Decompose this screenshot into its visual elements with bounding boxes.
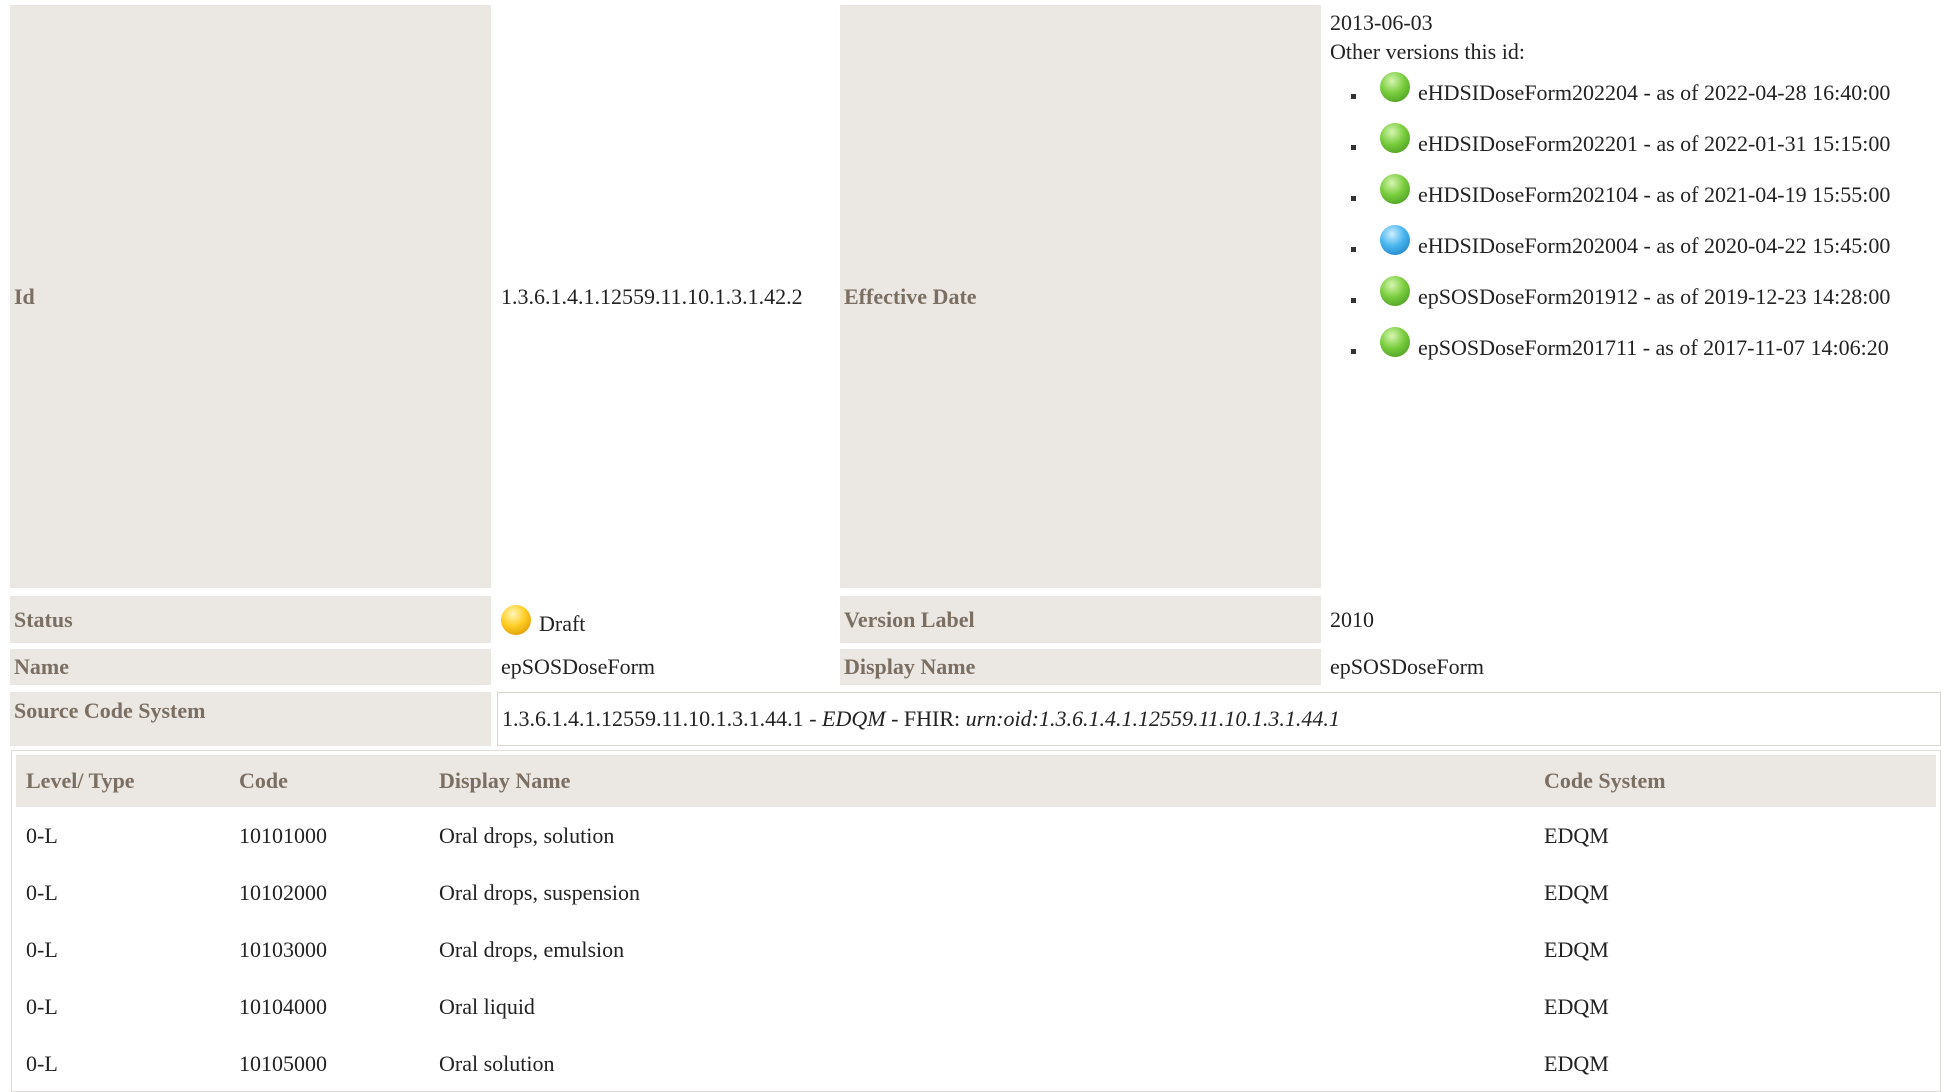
cell-code-system: EDQM — [1544, 879, 1609, 905]
cell-display-name: Oral drops, emulsion — [439, 936, 625, 962]
table-row: 0-L 10102000 Oral drops, suspension EDQM — [16, 864, 1936, 921]
cell-display-name: Oral drops, suspension — [439, 879, 641, 905]
cell-level-type: 0-L — [26, 879, 58, 905]
display-name-value: epSOSDoseForm — [1330, 654, 1485, 679]
status-label: Status — [10, 596, 491, 643]
table-row: 0-L 10101000 Oral drops, solution EDQM — [16, 807, 1936, 864]
status-circle-icon — [1380, 72, 1410, 102]
status-text: Draft — [539, 610, 586, 636]
display-name-label: Display Name — [840, 649, 1321, 685]
status-value: Draft — [497, 596, 837, 643]
cell-code: 10101000 — [239, 822, 327, 848]
version-item: eHDSIDoseForm202204 - as of 2022-04-28 1… — [1340, 72, 1930, 111]
version-link[interactable]: epSOSDoseForm201912 - as of 2019-12-23 1… — [1418, 284, 1890, 309]
cell-level-type: 0-L — [26, 822, 58, 848]
cell-code: 10104000 — [239, 993, 327, 1019]
name-value: epSOSDoseForm — [501, 654, 656, 679]
cell-code-system: EDQM — [1544, 936, 1609, 962]
cell-level-type: 0-L — [26, 936, 58, 962]
version-label-value: 2010 — [1330, 606, 1374, 632]
version-item: eHDSIDoseForm202104 - as of 2021-04-19 1… — [1340, 174, 1930, 213]
col-header-display-name: Display Name — [429, 755, 1534, 807]
source-oid: 1.3.6.1.4.1.12559.11.10.1.3.1.44.1 — [502, 706, 804, 731]
cell-code-system: EDQM — [1544, 822, 1609, 848]
table-header-row: Level/ Type Code Display Name Code Syste… — [16, 755, 1936, 807]
table-row: 0-L 10104000 Oral liquid EDQM — [16, 978, 1936, 1035]
cell-code: 10103000 — [239, 936, 327, 962]
effective-date-value: 2013-06-03 — [1330, 10, 1433, 35]
cell-code: 10102000 — [239, 879, 327, 905]
version-item: eHDSIDoseForm202201 - as of 2022-01-31 1… — [1340, 123, 1930, 162]
source-code-system-value: 1.3.6.1.4.1.12559.11.10.1.3.1.44.1 - EDQ… — [497, 692, 1941, 746]
id-value: 1.3.6.1.4.1.12559.11.10.1.3.1.42.2 — [501, 283, 803, 309]
cell-level-type: 0-L — [26, 1050, 58, 1076]
status-circle-icon — [1380, 225, 1410, 255]
status-draft-icon — [501, 604, 531, 635]
source-sep: - — [803, 706, 823, 731]
source-fhir-uri: urn:oid:1.3.6.1.4.1.12559.11.10.1.3.1.44… — [965, 706, 1340, 731]
col-header-code: Code — [229, 755, 429, 807]
concept-table: Level/ Type Code Display Name Code Syste… — [16, 755, 1936, 1092]
status-circle-icon — [1380, 327, 1410, 357]
version-link[interactable]: eHDSIDoseForm202201 - as of 2022-01-31 1… — [1418, 131, 1890, 156]
cell-code-system: EDQM — [1544, 993, 1609, 1019]
version-link[interactable]: eHDSIDoseForm202104 - as of 2021-04-19 1… — [1418, 182, 1890, 207]
version-item: epSOSDoseForm201912 - as of 2019-12-23 1… — [1340, 276, 1930, 315]
status-circle-icon — [1380, 276, 1410, 306]
version-link[interactable]: eHDSIDoseForm202204 - as of 2022-04-28 1… — [1418, 80, 1890, 105]
name-label: Name — [10, 649, 491, 685]
table-row: 0-L 10103000 Oral drops, emulsion EDQM — [16, 921, 1936, 978]
col-header-code-system: Code System — [1534, 755, 1936, 807]
concept-table-container: Level/ Type Code Display Name Code Syste… — [11, 750, 1941, 1092]
id-label: Id — [10, 5, 491, 588]
cell-display-name: Oral drops, solution — [439, 822, 615, 848]
cell-level-type: 0-L — [26, 993, 58, 1019]
version-link[interactable]: eHDSIDoseForm202004 - as of 2020-04-22 1… — [1418, 233, 1890, 258]
cell-display-name: Oral liquid — [439, 993, 535, 1019]
other-versions-label: Other versions this id: — [1330, 39, 1525, 64]
effective-date-label: Effective Date — [840, 5, 1321, 588]
status-circle-icon — [1380, 174, 1410, 204]
source-fhir-sep: - FHIR: — [885, 706, 966, 731]
source-code-system-label: Source Code System — [10, 692, 491, 746]
cell-code-system: EDQM — [1544, 1050, 1609, 1076]
version-link[interactable]: epSOSDoseForm201711 - as of 2017-11-07 1… — [1418, 335, 1889, 360]
source-name: EDQM — [822, 706, 886, 731]
cell-code: 10105000 — [239, 1050, 327, 1076]
table-row: 0-L 10105000 Oral solution EDQM — [16, 1035, 1936, 1092]
version-item: eHDSIDoseForm202004 - as of 2020-04-22 1… — [1340, 225, 1930, 264]
version-item: epSOSDoseForm201711 - as of 2017-11-07 1… — [1340, 327, 1930, 366]
status-circle-icon — [1380, 123, 1410, 153]
cell-display-name: Oral solution — [439, 1050, 555, 1076]
other-versions-list: eHDSIDoseForm202204 - as of 2022-04-28 1… — [1340, 72, 1930, 378]
version-label-label: Version Label — [840, 596, 1321, 643]
col-header-level-type: Level/ Type — [16, 755, 229, 807]
